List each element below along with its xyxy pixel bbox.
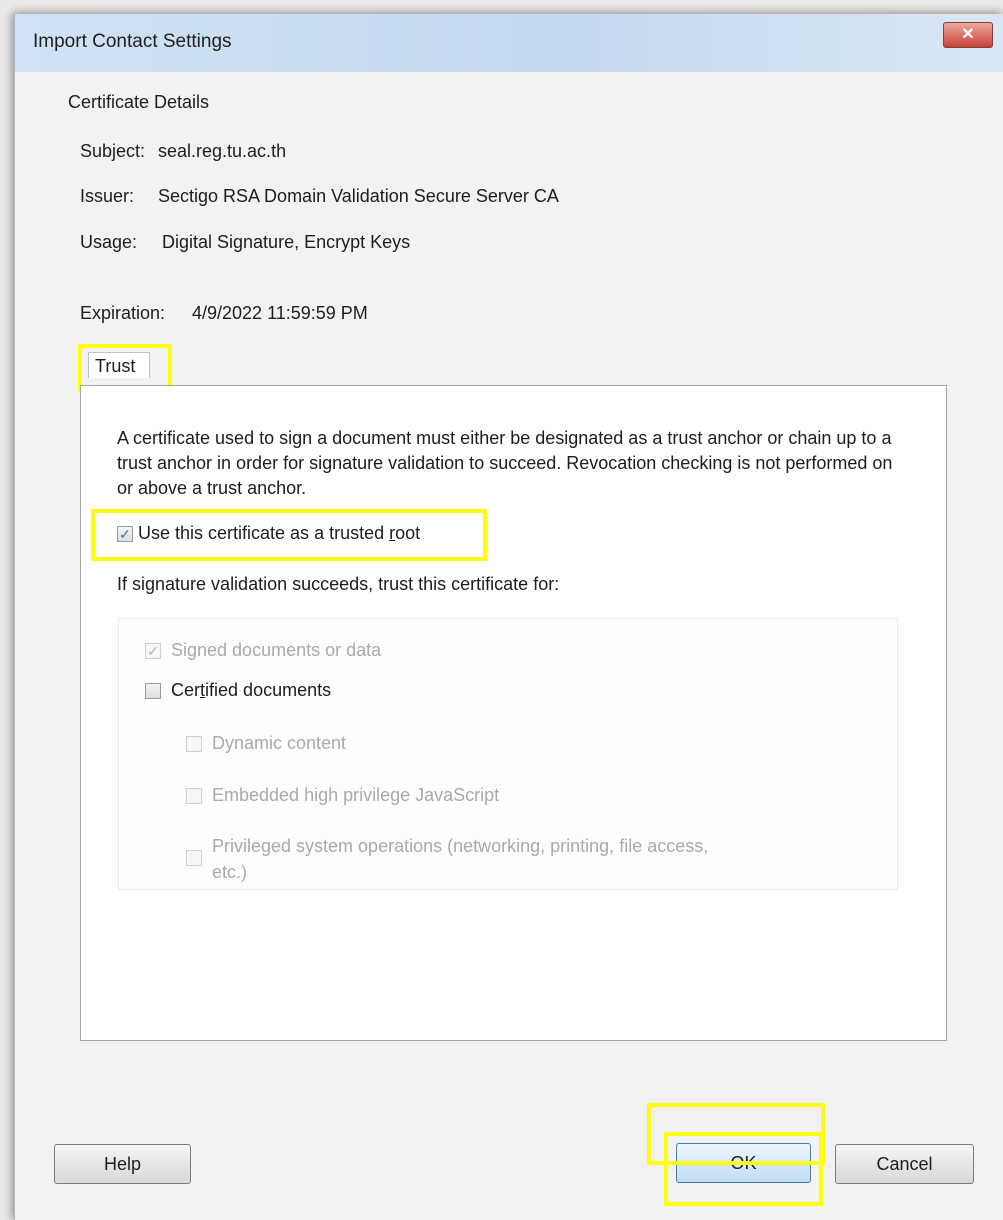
certificate-details-heading: Certificate Details	[68, 92, 210, 112]
help-button[interactable]: Help	[54, 1144, 191, 1184]
usage-label: Usage:	[80, 232, 138, 252]
privileged-operations-checkbox[interactable]	[186, 850, 202, 866]
certified-documents-checkbox[interactable]	[145, 683, 161, 699]
signed-documents-label: Signed documents or data	[171, 640, 382, 660]
highlight-ok-button	[664, 1132, 823, 1206]
subject-value: seal.reg.tu.ac.th	[158, 141, 287, 161]
certified-documents-label-text: Cer	[171, 680, 201, 700]
usage-value: Digital Signature, Encrypt Keys	[162, 232, 411, 252]
expiration-label: Expiration:	[80, 303, 166, 323]
certified-documents-label[interactable]: Certified documents	[171, 680, 331, 701]
dynamic-content-checkbox[interactable]	[186, 736, 202, 752]
expiration-value: 4/9/2022 11:59:59 PM	[192, 303, 368, 323]
cancel-button[interactable]: Cancel	[835, 1144, 974, 1184]
dynamic-content-label: Dynamic content	[212, 733, 347, 753]
highlight-trusted-root	[91, 509, 487, 561]
window-title: Import Contact Settings	[33, 31, 232, 52]
privileged-operations-label-line2: etc.)	[212, 862, 248, 882]
privileged-operations-label: Privileged system operations (networking…	[212, 836, 709, 856]
title-bar: Import Contact Settings ✕	[15, 14, 1003, 72]
embedded-javascript-label: Embedded high privilege JavaScript	[212, 785, 500, 805]
trust-description: A certificate used to sign a document mu…	[117, 428, 893, 498]
signed-documents-checkbox[interactable]: ✓	[145, 643, 161, 659]
certified-documents-label-tail: ified documents	[205, 680, 332, 700]
issuer-value: Sectigo RSA Domain Validation Secure Ser…	[158, 186, 559, 206]
trust-for-label: If signature validation succeeds, trust …	[117, 574, 560, 594]
subject-label: Subject:	[80, 141, 146, 161]
issuer-label: Issuer:	[80, 186, 135, 206]
close-button[interactable]: ✕	[943, 22, 993, 48]
embedded-javascript-checkbox[interactable]	[186, 788, 202, 804]
